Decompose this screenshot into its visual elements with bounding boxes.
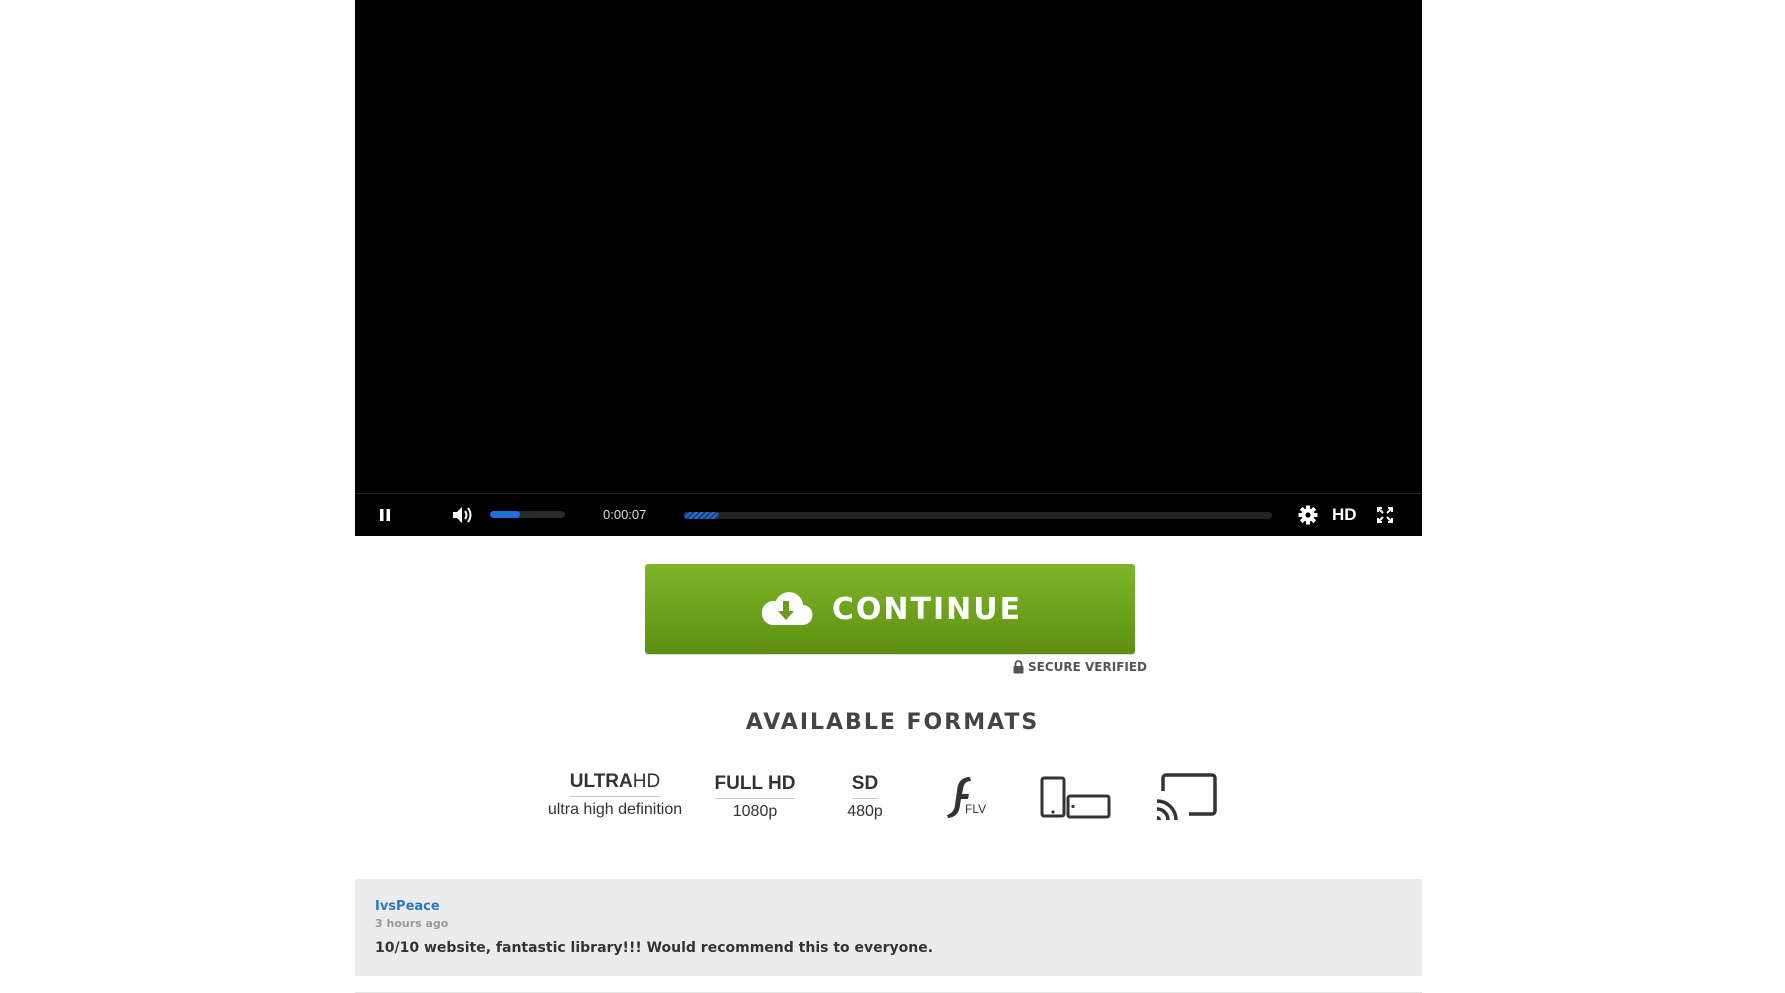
format-ultra-sub: ultra high definition <box>547 801 683 818</box>
cloud-download-icon <box>761 592 813 626</box>
format-sd: SD 480p <box>835 773 895 821</box>
volume-slider[interactable] <box>490 511 565 518</box>
available-formats-heading: AVAILABLE FORMATS <box>745 710 1040 735</box>
comment-author[interactable]: IvsPeace <box>375 899 440 914</box>
pause-button[interactable] <box>371 494 399 536</box>
format-cast <box>1155 773 1217 827</box>
settings-button[interactable] <box>1294 494 1322 536</box>
lock-icon <box>1013 660 1024 674</box>
comment-time: 3 hours ago <box>375 917 449 930</box>
seek-bar[interactable] <box>684 512 1272 519</box>
format-sd-sub: 480p <box>847 803 883 820</box>
fullscreen-button[interactable] <box>1371 494 1399 536</box>
continue-label: CONTINUE <box>831 591 1023 627</box>
flv-label: FLV <box>965 802 987 816</box>
continue-button[interactable]: CONTINUE <box>645 564 1135 654</box>
gear-icon <box>1298 505 1318 525</box>
quality-button[interactable]: HD <box>1332 494 1357 536</box>
comment-text: 10/10 website, fantastic library!!! Woul… <box>375 940 934 956</box>
format-full-hd-sub: 1080p <box>732 803 778 820</box>
format-ultra-thin: HD <box>632 771 661 792</box>
current-time: 0:00:07 <box>603 507 647 522</box>
format-flv: FLV <box>944 775 992 823</box>
pause-icon <box>380 509 390 521</box>
player-controls: 0:00:07 HD <box>355 493 1422 536</box>
format-full-hd-label: FULL HD <box>714 773 796 799</box>
comment-card: IvsPeace 3 hours ago 10/10 website, fant… <box>355 879 1422 976</box>
buffered-progress <box>684 512 720 519</box>
secure-verified-label: SECURE VERIFIED <box>1028 660 1148 674</box>
format-ultra-bold: ULTRA <box>569 771 633 792</box>
format-sd-label: SD <box>851 773 879 799</box>
volume-level <box>490 511 520 518</box>
format-devices <box>1040 776 1112 824</box>
volume-button[interactable] <box>449 494 477 536</box>
volume-icon <box>453 507 472 523</box>
video-player[interactable]: 0:00:07 HD <box>355 0 1422 536</box>
format-full-hd: FULL HD 1080p <box>705 773 805 821</box>
secure-verified-badge: SECURE VERIFIED <box>1013 660 1147 674</box>
format-ultra-hd: ULTRAHD ultra high definition <box>540 771 690 819</box>
fullscreen-icon <box>1377 507 1393 523</box>
cast-icon <box>1156 773 1217 821</box>
devices-icon <box>1040 776 1111 819</box>
